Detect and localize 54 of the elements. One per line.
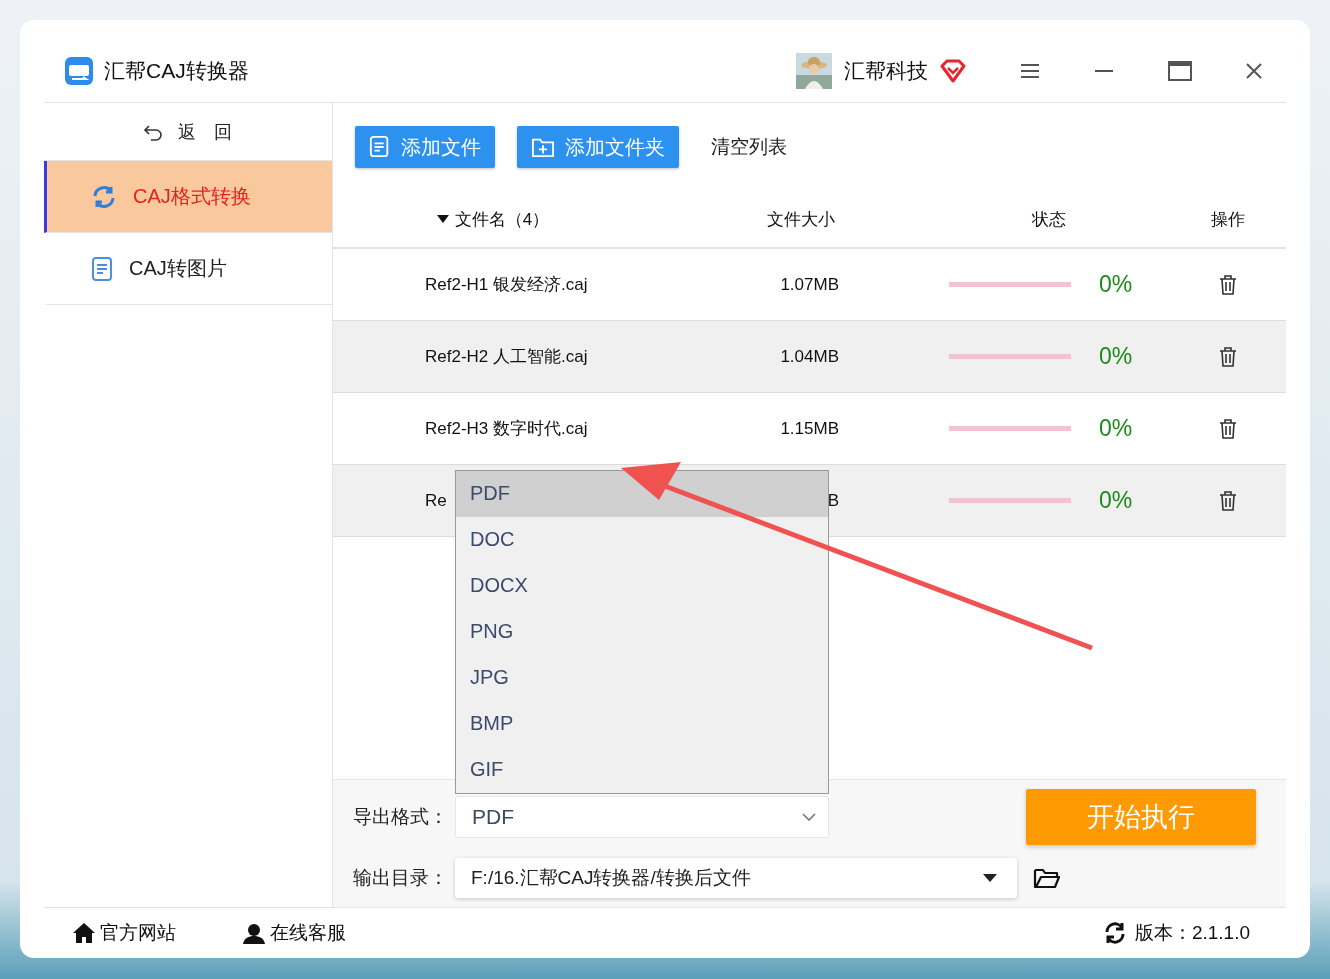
column-header: 状态 <box>1032 208 1066 231</box>
column-header: 操作 <box>1210 208 1245 231</box>
document-icon <box>91 255 113 282</box>
file-size: 1.07MB <box>780 274 839 295</box>
file-name: Ref2-H1 银发经济.caj <box>425 274 588 296</box>
output-label: 输出目录： <box>353 866 449 891</box>
file-size: 1.15MB <box>780 418 839 439</box>
column-header[interactable]: 文件名（4） <box>454 207 550 231</box>
dropdown-option[interactable]: PDF <box>456 470 828 517</box>
delete-icon[interactable] <box>1217 489 1238 512</box>
delete-icon[interactable] <box>1217 417 1238 440</box>
sort-down-icon[interactable] <box>436 215 449 223</box>
diamond-icon <box>940 59 966 83</box>
close-icon[interactable] <box>1246 63 1262 79</box>
dropdown-option[interactable]: GIF <box>456 746 828 793</box>
format-label: 导出格式： <box>353 804 449 829</box>
delete-icon[interactable] <box>1217 345 1238 368</box>
refresh-icon <box>91 183 117 210</box>
clear-list-button[interactable]: 清空列表 <box>701 134 797 160</box>
folder-plus-icon <box>531 136 555 158</box>
progress-percent: 0% <box>1099 415 1133 442</box>
undo-icon <box>143 122 164 141</box>
delete-icon[interactable] <box>1217 273 1238 296</box>
user-name: 汇帮科技 <box>844 58 928 84</box>
file-name: Ref2-H3 数字时代.caj <box>425 418 588 440</box>
version-text: 版本：2.1.1.0 <box>1134 921 1250 945</box>
dropdown-option[interactable]: BMP <box>456 700 828 747</box>
support-link[interactable]: 在线客服 <box>242 920 346 946</box>
document-icon <box>369 135 391 159</box>
home-icon <box>72 922 96 944</box>
file-size: B <box>827 490 839 511</box>
user-icon <box>242 922 266 944</box>
format-select[interactable]: PDF <box>455 795 829 838</box>
chevron-down-icon <box>802 812 816 821</box>
progress-percent: 0% <box>1099 487 1133 514</box>
menu-icon[interactable] <box>1020 63 1040 79</box>
progress-percent: 0% <box>1099 343 1133 370</box>
dropdown-option[interactable]: DOC <box>456 516 828 563</box>
caret-down-icon <box>983 874 997 883</box>
dropdown-option[interactable]: PNG <box>456 608 828 655</box>
dropdown-option[interactable]: JPG <box>456 654 828 701</box>
file-size: 1.04MB <box>780 346 839 367</box>
folder-icon[interactable] <box>1033 866 1061 891</box>
output-directory-select[interactable]: F:/16.汇帮CAJ转换器/转换后文件 <box>455 858 1017 899</box>
dropdown-option[interactable]: DOCX <box>456 562 828 609</box>
file-name: Re <box>425 490 447 511</box>
minimize-icon[interactable] <box>1094 69 1114 73</box>
app-logo-icon <box>64 56 94 86</box>
file-name: Ref2-H2 人工智能.caj <box>425 346 588 368</box>
maximize-icon[interactable] <box>1168 61 1192 81</box>
progress-percent: 0% <box>1099 271 1133 298</box>
website-link[interactable]: 官方网站 <box>72 920 176 946</box>
window-title: 汇帮CAJ转换器 <box>104 58 249 84</box>
column-header: 文件大小 <box>767 208 835 231</box>
